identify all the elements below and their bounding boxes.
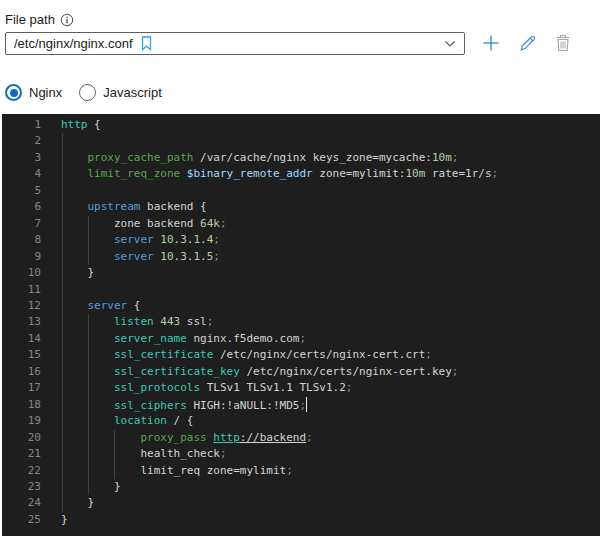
code-text: http {	[61, 117, 101, 133]
file-path-combobox[interactable]: /etc/nginx/nginx.conf	[5, 32, 465, 55]
code-text: upstream backend {	[61, 199, 207, 215]
line-number: 23	[2, 479, 41, 495]
radio-nginx[interactable]	[5, 84, 22, 101]
code-line[interactable]: 24 }	[2, 495, 600, 511]
code-line[interactable]: 11	[2, 282, 600, 298]
line-number: 12	[2, 298, 41, 314]
line-number: 20	[2, 430, 41, 446]
code-line[interactable]: 5	[2, 183, 600, 199]
code-line[interactable]: 15 ssl_certificate /etc/nginx/certs/ngin…	[2, 347, 600, 363]
line-number: 25	[2, 512, 41, 528]
trash-icon	[555, 34, 571, 52]
line-number: 6	[2, 199, 41, 215]
line-number: 9	[2, 249, 41, 265]
line-number: 11	[2, 282, 41, 298]
code-line[interactable]: 20 proxy_pass http://backend;	[2, 430, 600, 446]
code-text: server 10.3.1.5;	[61, 249, 220, 265]
code-text: health_check;	[61, 446, 227, 462]
radio-javascript[interactable]	[79, 84, 96, 101]
code-line[interactable]: 16 ssl_certificate_key /etc/nginx/certs/…	[2, 364, 600, 380]
code-text: location / {	[61, 413, 193, 429]
line-number: 21	[2, 446, 41, 462]
line-number: 24	[2, 495, 41, 511]
code-text: ssl_ciphers HIGH:!aNULL:!MD5;	[61, 397, 307, 414]
code-line[interactable]: 1 http {	[2, 117, 600, 133]
line-number: 5	[2, 183, 41, 199]
code-line[interactable]: 25}	[2, 512, 600, 528]
code-text: ssl_certificate_key /etc/nginx/certs/ngi…	[61, 364, 458, 380]
code-line[interactable]: 13 listen 443 ssl;	[2, 314, 600, 330]
line-number: 7	[2, 216, 41, 232]
language-radio-group: Nginx Javascript	[5, 84, 162, 101]
code-text: }	[61, 512, 68, 528]
code-text: limit_req_zone $binary_remote_addr zone=…	[61, 166, 498, 182]
text-cursor	[306, 397, 307, 412]
code-line[interactable]: 7 zone backend 64k;	[2, 216, 600, 232]
code-line[interactable]: 2	[2, 133, 600, 149]
line-number: 18	[2, 397, 41, 413]
code-line[interactable]: 19 location / {	[2, 413, 600, 429]
code-line[interactable]: 9 server 10.3.1.5;	[2, 249, 600, 265]
radio-javascript-label: Javascript	[103, 85, 162, 100]
line-number: 22	[2, 463, 41, 479]
pencil-icon	[519, 34, 537, 52]
chevron-down-icon[interactable]	[444, 40, 456, 48]
line-number: 10	[2, 265, 41, 281]
code-line[interactable]: 8 server 10.3.1.4;	[2, 232, 600, 248]
code-line[interactable]: 12 server {	[2, 298, 600, 314]
line-number: 17	[2, 380, 41, 396]
code-line[interactable]: 4 limit_req_zone $binary_remote_addr zon…	[2, 166, 600, 182]
code-text: }	[61, 495, 94, 511]
add-button[interactable]	[480, 32, 502, 54]
indent-guide	[62, 133, 63, 149]
line-number: 2	[2, 133, 41, 149]
line-number: 19	[2, 413, 41, 429]
plus-icon	[482, 34, 500, 52]
edit-button[interactable]	[517, 32, 539, 54]
code-text: }	[61, 479, 121, 495]
code-text: proxy_pass http://backend;	[61, 430, 313, 446]
radio-nginx-dot	[10, 89, 18, 97]
code-line[interactable]: 14 server_name nginx.f5demo.com;	[2, 331, 600, 347]
line-number: 4	[2, 166, 41, 182]
line-number: 1	[2, 117, 41, 133]
code-line[interactable]: 23 }	[2, 479, 600, 495]
code-text: limit_req zone=mylimit;	[61, 463, 293, 479]
code-line[interactable]: 6 upstream backend {	[2, 199, 600, 215]
indent-guide	[62, 282, 63, 298]
info-icon[interactable]	[60, 13, 74, 27]
line-number: 13	[2, 314, 41, 330]
radio-nginx-label: Nginx	[29, 85, 62, 100]
code-text: proxy_cache_path /var/cache/nginx keys_z…	[61, 150, 458, 166]
line-number: 3	[2, 150, 41, 166]
code-line[interactable]: 10 }	[2, 265, 600, 281]
code-line[interactable]: 3 proxy_cache_path /var/cache/nginx keys…	[2, 150, 600, 166]
code-editor[interactable]: 1 http { 23 proxy_cache_path /var/cache/ng…	[2, 114, 600, 536]
file-path-label-row: File path	[5, 12, 74, 27]
code-text: server {	[61, 298, 141, 314]
bookmark-icon[interactable]	[141, 36, 152, 51]
file-path-value: /etc/nginx/nginx.conf	[14, 36, 133, 51]
line-number: 8	[2, 232, 41, 248]
line-number: 14	[2, 331, 41, 347]
code-text: ssl_protocols TLSv1 TLSv1.1 TLSv1.2;	[61, 380, 352, 396]
delete-button[interactable]	[552, 32, 574, 54]
code-text: ssl_certificate /etc/nginx/certs/nginx-c…	[61, 347, 432, 363]
code-text: server_name nginx.f5demo.com;	[61, 331, 306, 347]
code-line[interactable]: 22 limit_req zone=mylimit;	[2, 463, 600, 479]
line-number: 16	[2, 364, 41, 380]
code-line[interactable]: 17 ssl_protocols TLSv1 TLSv1.1 TLSv1.2;	[2, 380, 600, 396]
file-path-label: File path	[5, 12, 55, 27]
code-text: }	[61, 265, 94, 281]
indent-guide	[62, 183, 63, 199]
line-number: 15	[2, 347, 41, 363]
code-text: server 10.3.1.4;	[61, 232, 220, 248]
code-line[interactable]: 21 health_check;	[2, 446, 600, 462]
code-text: listen 443 ssl;	[61, 314, 213, 330]
code-text: zone backend 64k;	[61, 216, 227, 232]
code-line[interactable]: 18 ssl_ciphers HIGH:!aNULL:!MD5;	[2, 397, 600, 413]
